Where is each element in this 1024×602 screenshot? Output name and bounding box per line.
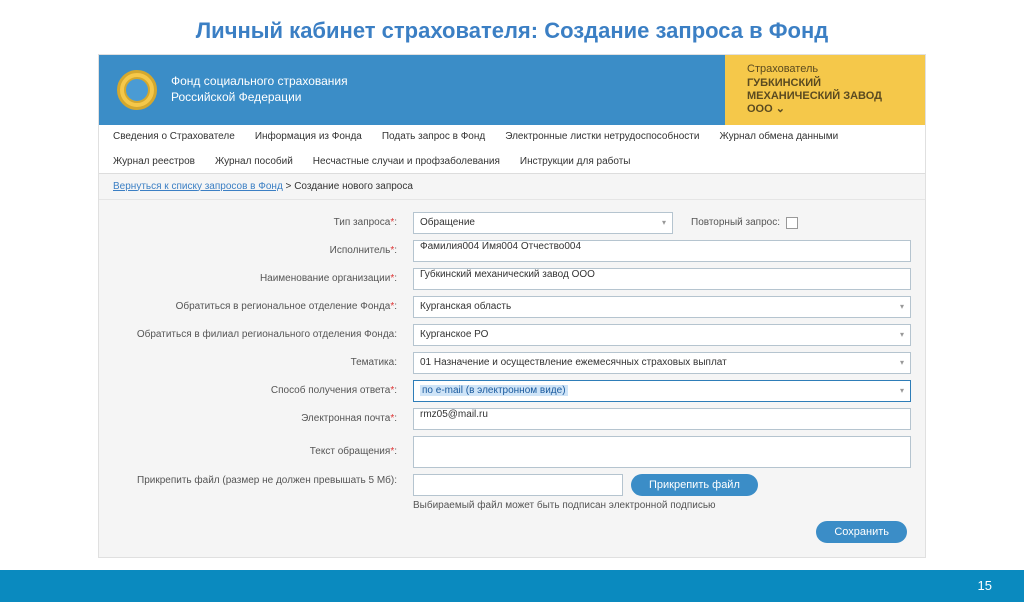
input-executor[interactable]: Фамилия004 Имя004 Отчество004	[413, 240, 911, 262]
select-topic[interactable]: 01 Назначение и осуществление ежемесячны…	[413, 352, 911, 374]
label-topic: Тематика:	[113, 357, 403, 368]
user-panel[interactable]: Страхователь ГУБКИНСКИЙ МЕХАНИЧЕСКИЙ ЗАВ…	[725, 55, 925, 125]
role-label: Страхователь	[747, 63, 903, 75]
nav-insurer-info[interactable]: Сведения о Страхователе	[113, 131, 235, 142]
checkbox-repeat[interactable]	[786, 217, 798, 229]
chevron-down-icon: ▾	[900, 386, 904, 395]
page-number: 15	[978, 578, 992, 593]
nav-benefits-log[interactable]: Журнал пособий	[215, 156, 293, 167]
row-region: Обратиться в региональное отделение Фонд…	[113, 296, 911, 318]
nav-accidents[interactable]: Несчастные случаи и профзаболевания	[313, 156, 500, 167]
repeat-request: Повторный запрос:	[691, 217, 798, 229]
fss-logo-icon	[117, 70, 157, 110]
row-org: Наименование организации*: Губкинский ме…	[113, 268, 911, 290]
row-text: Текст обращения*:	[113, 436, 911, 468]
select-topic-value: 01 Назначение и осуществление ежемесячны…	[420, 357, 727, 368]
input-email[interactable]: rmz05@mail.ru	[413, 408, 911, 430]
select-request-type[interactable]: Обращение ▾	[413, 212, 673, 234]
nav-fund-info[interactable]: Информация из Фонда	[255, 131, 362, 142]
slide-footer: 15	[0, 570, 1024, 602]
nav-submit-request[interactable]: Подать запрос в Фонд	[382, 131, 485, 142]
breadcrumb-current: Создание нового запроса	[294, 181, 413, 192]
label-email: Электронная почта*:	[113, 413, 403, 424]
chevron-down-icon: ⌄	[776, 103, 785, 115]
nav-registry-log[interactable]: Журнал реестров	[113, 156, 195, 167]
select-branch-value: Курганское РО	[420, 329, 488, 340]
nav-instructions[interactable]: Инструкции для работы	[520, 156, 631, 167]
label-repeat: Повторный запрос:	[691, 217, 780, 228]
label-executor: Исполнитель*:	[113, 245, 403, 256]
app-window: Фонд социального страхования Российской …	[98, 54, 926, 558]
select-region[interactable]: Курганская область ▾	[413, 296, 911, 318]
org-line2: Российской Федерации	[171, 90, 348, 106]
org-line1: Фонд социального страхования	[171, 74, 348, 90]
save-button[interactable]: Сохранить	[816, 521, 907, 543]
org-name: Фонд социального страхования Российской …	[171, 74, 348, 105]
label-branch: Обратиться в филиал регионального отделе…	[113, 329, 403, 341]
chevron-down-icon: ▾	[662, 218, 666, 227]
textarea-message[interactable]	[413, 436, 911, 468]
label-method: Способ получения ответа*:	[113, 385, 403, 396]
nav-exchange-log[interactable]: Журнал обмена данными	[719, 131, 838, 142]
header-left: Фонд социального страхования Российской …	[99, 55, 725, 125]
row-file: Прикрепить файл (размер не должен превыш…	[113, 474, 911, 511]
file-controls: Прикрепить файл Выбираемый файл может бы…	[413, 474, 911, 511]
breadcrumb: Вернуться к списку запросов в Фонд > Соз…	[99, 174, 925, 200]
slide-title: Личный кабинет страхователя: Создание за…	[0, 0, 1024, 54]
select-branch[interactable]: Курганское РО ▾	[413, 324, 911, 346]
file-note: Выбираемый файл может быть подписан элек…	[413, 500, 911, 511]
row-executor: Исполнитель*: Фамилия004 Имя004 Отчество…	[113, 240, 911, 262]
chevron-down-icon: ▾	[900, 330, 904, 339]
main-nav: Сведения о Страхователе Информация из Фо…	[99, 125, 925, 174]
breadcrumb-back-link[interactable]: Вернуться к списку запросов в Фонд	[113, 181, 283, 192]
select-region-value: Курганская область	[420, 301, 511, 312]
select-method-value: по e-mail (в электронном виде)	[420, 385, 568, 396]
label-region: Обратиться в региональное отделение Фонд…	[113, 301, 403, 313]
row-method: Способ получения ответа*: по e-mail (в э…	[113, 380, 911, 402]
select-request-type-value: Обращение	[420, 217, 475, 228]
row-branch: Обратиться в филиал регионального отделе…	[113, 324, 911, 346]
input-org-name[interactable]: Губкинский механический завод ООО	[413, 268, 911, 290]
attach-file-button[interactable]: Прикрепить файл	[631, 474, 758, 496]
label-type: Тип запроса*:	[113, 217, 403, 228]
label-file: Прикрепить файл (размер не должен превыш…	[113, 474, 403, 487]
header: Фонд социального страхования Российской …	[99, 55, 925, 125]
row-email: Электронная почта*: rmz05@mail.ru	[113, 408, 911, 430]
label-org: Наименование организации*:	[113, 273, 403, 284]
chevron-down-icon: ▾	[900, 302, 904, 311]
input-file-path[interactable]	[413, 474, 623, 496]
save-row: Сохранить	[113, 521, 911, 543]
company-name: ГУБКИНСКИЙ МЕХАНИЧЕСКИЙ ЗАВОД ООО ⌄	[747, 77, 903, 117]
request-form: Тип запроса*: Обращение ▾ Повторный запр…	[99, 200, 925, 557]
nav-eln[interactable]: Электронные листки нетрудоспособности	[505, 131, 699, 142]
chevron-down-icon: ▾	[900, 358, 904, 367]
row-topic: Тематика: 01 Назначение и осуществление …	[113, 352, 911, 374]
select-response-method[interactable]: по e-mail (в электронном виде) ▾	[413, 380, 911, 402]
label-text: Текст обращения*:	[113, 446, 403, 457]
row-type: Тип запроса*: Обращение ▾ Повторный запр…	[113, 212, 911, 234]
